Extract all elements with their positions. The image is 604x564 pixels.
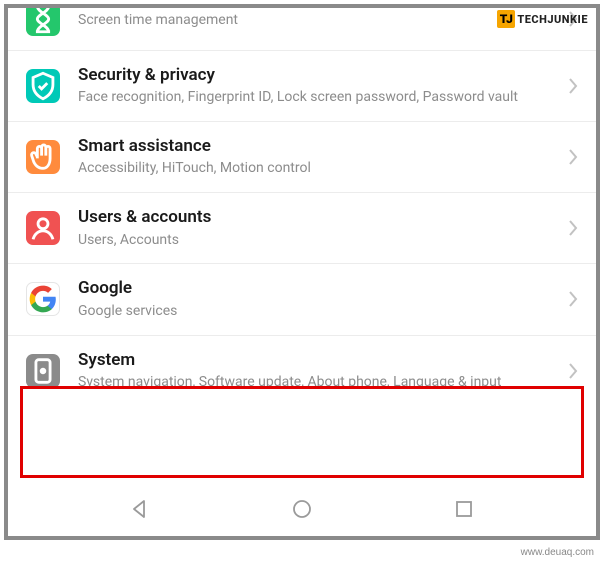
row-text: Users & accounts Users, Accounts bbox=[78, 207, 560, 249]
row-title: Google bbox=[78, 278, 560, 299]
system-icon bbox=[26, 354, 60, 388]
chevron-right-icon bbox=[568, 362, 578, 380]
settings-list: Screen time management Security & privac… bbox=[8, 8, 596, 406]
google-icon bbox=[26, 282, 60, 316]
row-text: System System navigation, Software updat… bbox=[78, 350, 560, 392]
watermark: www.deuaq.com bbox=[521, 547, 594, 558]
hourglass-icon bbox=[26, 4, 60, 36]
settings-row-google[interactable]: Google Google services bbox=[8, 264, 596, 335]
row-title: Smart assistance bbox=[78, 136, 560, 157]
settings-row-system[interactable]: System System navigation, Software updat… bbox=[8, 336, 596, 406]
shield-icon bbox=[26, 69, 60, 103]
row-subtitle: Google services bbox=[78, 302, 560, 321]
row-text: Smart assistance Accessibility, HiTouch,… bbox=[78, 136, 560, 178]
user-icon bbox=[26, 211, 60, 245]
settings-row-security-privacy[interactable]: Security & privacy Face recognition, Fin… bbox=[8, 51, 596, 122]
brand-logo: TJ bbox=[497, 10, 515, 28]
chevron-right-icon bbox=[568, 148, 578, 166]
row-text: Security & privacy Face recognition, Fin… bbox=[78, 65, 560, 107]
row-subtitle: Face recognition, Fingerprint ID, Lock s… bbox=[78, 88, 560, 107]
settings-row-smart-assistance[interactable]: Smart assistance Accessibility, HiTouch,… bbox=[8, 122, 596, 193]
hand-icon bbox=[26, 140, 60, 174]
row-subtitle: Screen time management bbox=[78, 11, 560, 30]
row-title: System bbox=[78, 350, 560, 371]
row-text: Google Google services bbox=[78, 278, 560, 320]
chevron-right-icon bbox=[568, 219, 578, 237]
settings-row-users-accounts[interactable]: Users & accounts Users, Accounts bbox=[8, 193, 596, 264]
row-title: Users & accounts bbox=[78, 207, 560, 228]
brand-badge: TJ TECHJUNKIE bbox=[497, 10, 588, 28]
row-subtitle: Accessibility, HiTouch, Motion control bbox=[78, 159, 560, 178]
row-text: Screen time management bbox=[78, 9, 560, 30]
chevron-right-icon bbox=[568, 290, 578, 308]
row-subtitle: System navigation, Software update, Abou… bbox=[78, 373, 560, 392]
row-title: Security & privacy bbox=[78, 65, 560, 86]
nav-recent-button[interactable] bbox=[434, 489, 494, 529]
nav-home-button[interactable] bbox=[272, 489, 332, 529]
row-subtitle: Users, Accounts bbox=[78, 231, 560, 250]
brand-name: TECHJUNKIE bbox=[517, 13, 588, 26]
nav-back-button[interactable] bbox=[110, 489, 170, 529]
android-navbar bbox=[8, 482, 596, 536]
chevron-right-icon bbox=[568, 77, 578, 95]
